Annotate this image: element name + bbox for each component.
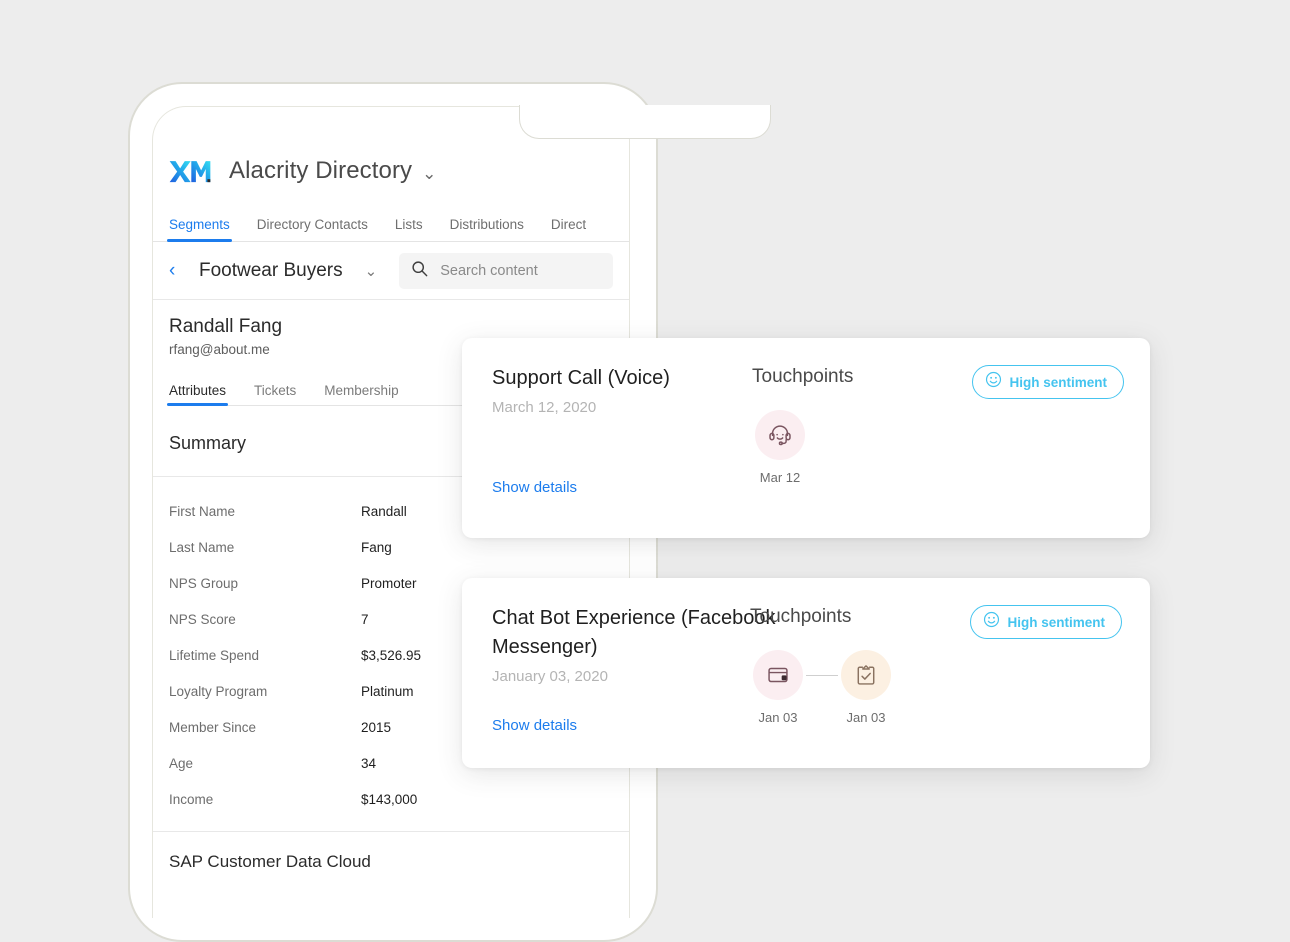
tab-directories[interactable]: Direct: [551, 217, 586, 241]
clipboard-check-icon: [857, 665, 875, 685]
touchpoint-date: Jan 03: [758, 710, 798, 725]
attribute-key: First Name: [169, 503, 236, 519]
attribute-key: Last Name: [169, 539, 235, 555]
subtab-attributes[interactable]: Attributes: [166, 383, 229, 406]
card-left-column: Support Call (Voice) March 12, 2020: [492, 364, 742, 416]
app-header: Alacrity Directory ⌄: [153, 140, 629, 202]
card-title: Chat Bot Experience (Facebook Messenger): [492, 607, 776, 658]
touchpoint-item[interactable]: Jan 03: [838, 650, 894, 725]
attribute-key: Age: [169, 755, 194, 771]
tab-segments[interactable]: Segments: [167, 217, 232, 242]
attribute-key: Lifetime Spend: [169, 647, 260, 663]
attribute-value: 34: [361, 755, 377, 771]
attribute-value: $143,000: [361, 791, 418, 807]
tab-directory-contacts[interactable]: Directory Contacts: [257, 217, 368, 241]
chevron-down-icon[interactable]: ⌄: [422, 165, 436, 182]
smiley-face-icon: [983, 611, 1000, 633]
sentiment-label: High sentiment: [1007, 614, 1105, 630]
touchpoint-connector: [806, 675, 838, 676]
search-icon: [411, 260, 428, 282]
main-tabstrip: Segments Directory Contacts Lists Distri…: [153, 202, 629, 242]
status-badge[interactable]: High sentiment: [970, 605, 1122, 639]
touchpoint-date: Mar 12: [759, 470, 801, 485]
touchpoints-label: Touchpoints: [752, 366, 854, 387]
card-left-column: Chat Bot Experience (Facebook Messenger)…: [492, 604, 782, 685]
attribute-key: NPS Score: [169, 611, 236, 627]
back-chevron-icon[interactable]: ‹: [169, 261, 191, 280]
tab-distributions[interactable]: Distributions: [450, 217, 524, 241]
touchpoints-row: Mar 12: [752, 410, 853, 485]
touchpoints-column: Touchpoints Mar 12: [752, 366, 853, 485]
attribute-value: Randall: [361, 503, 407, 519]
directory-title: Alacrity Directory: [229, 157, 413, 184]
card-date: March 12, 2020: [492, 399, 597, 416]
touchpoints-row: Jan 03 Jan 03: [750, 650, 894, 725]
sentiment-label: High sentiment: [1009, 374, 1107, 390]
attribute-value: 2015: [361, 719, 392, 735]
segment-chevron-down-icon[interactable]: ⌄: [365, 264, 378, 279]
card-date: January 03, 2020: [492, 668, 608, 685]
touchpoint-item[interactable]: Jan 03: [750, 650, 806, 725]
attribute-value: 7: [361, 611, 369, 627]
segment-name: Footwear Buyers: [199, 259, 343, 281]
touchpoint-date: Jan 03: [846, 710, 886, 725]
search-content-box[interactable]: [399, 252, 613, 289]
show-details-link[interactable]: Show details: [492, 479, 577, 496]
sap-section-heading: SAP Customer Data Cloud: [169, 852, 371, 871]
attribute-value: Platinum: [361, 683, 414, 699]
touchpoint-card-support-call[interactable]: Support Call (Voice) March 12, 2020 Show…: [462, 338, 1150, 538]
card-title: Support Call (Voice): [492, 367, 670, 389]
show-details-link[interactable]: Show details: [492, 717, 577, 734]
segment-bar: ‹ Footwear Buyers ⌄: [153, 242, 629, 300]
smiley-face-icon: [985, 371, 1002, 393]
tab-lists[interactable]: Lists: [395, 217, 423, 241]
touchpoint-bubble: [753, 650, 803, 700]
touchpoints-label: Touchpoints: [750, 606, 852, 627]
search-input[interactable]: [438, 261, 601, 280]
contact-name: Randall Fang: [169, 316, 283, 337]
headset-support-icon: [769, 425, 791, 446]
touchpoints-column: Touchpoints Jan 03 Jan 03: [750, 606, 894, 725]
touchpoint-card-chat-bot[interactable]: Chat Bot Experience (Facebook Messenger)…: [462, 578, 1150, 768]
attribute-key: Loyalty Program: [169, 683, 268, 699]
attribute-value: Fang: [361, 539, 392, 555]
touchpoint-item[interactable]: Mar 12: [752, 410, 808, 485]
status-badge[interactable]: High sentiment: [972, 365, 1124, 399]
chat-window-icon: [768, 667, 788, 683]
touchpoint-bubble: [841, 650, 891, 700]
xm-logo[interactable]: [169, 158, 211, 184]
attribute-value: $3,526.95: [361, 647, 422, 663]
attribute-value: Promoter: [361, 575, 417, 591]
attribute-key: Income: [169, 791, 214, 807]
attribute-key: Member Since: [169, 719, 257, 735]
attribute-key: NPS Group: [169, 575, 239, 591]
touchpoint-bubble: [755, 410, 805, 460]
table-row: Income $143,000: [169, 781, 613, 817]
phone-notch: [519, 105, 771, 139]
subtab-tickets[interactable]: Tickets: [254, 383, 296, 405]
subtab-membership[interactable]: Membership: [324, 383, 398, 405]
